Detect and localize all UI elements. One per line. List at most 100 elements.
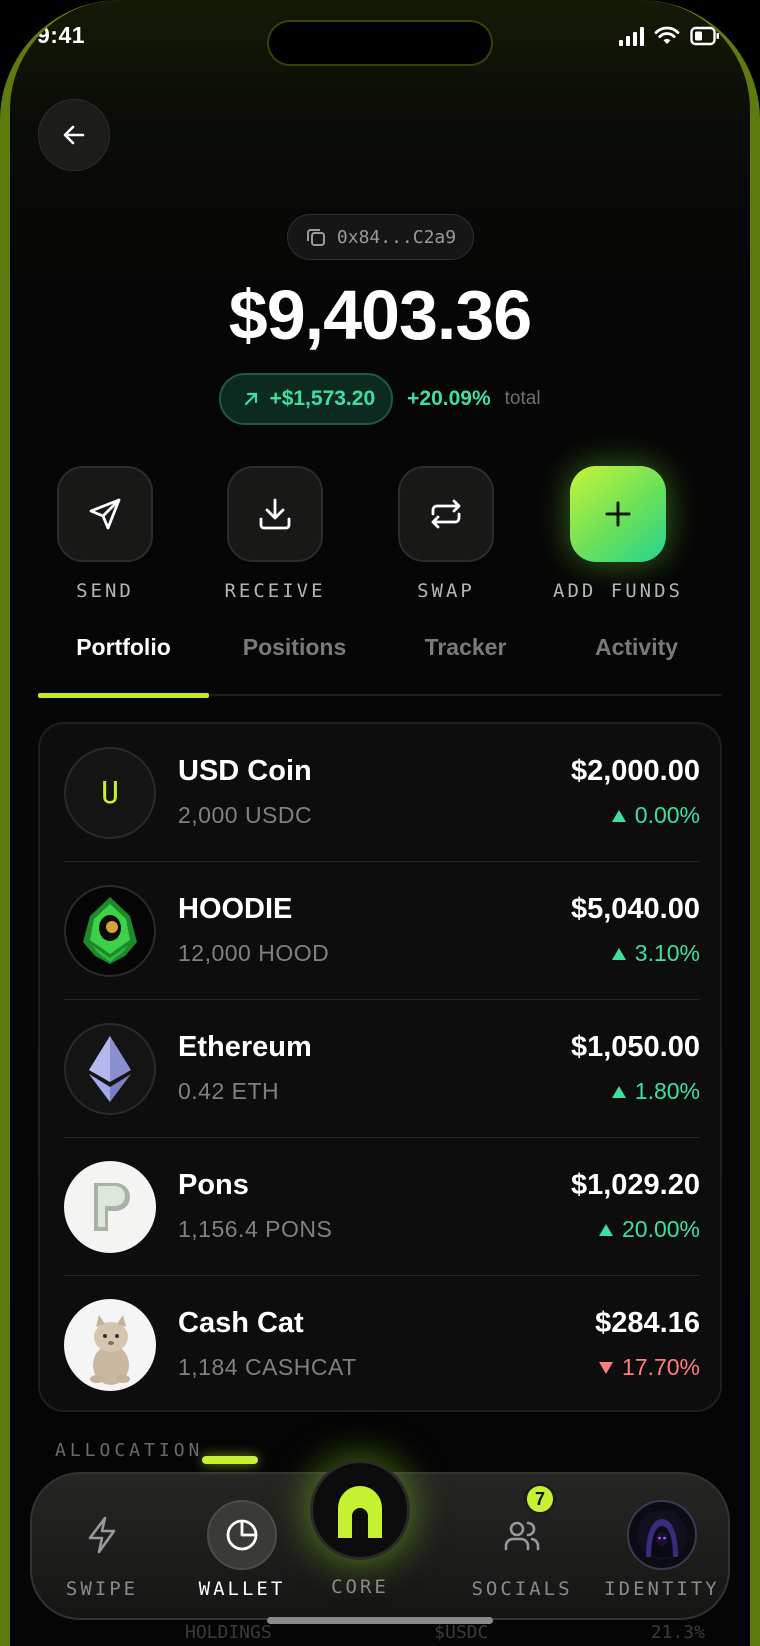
users-icon — [504, 1521, 540, 1551]
nav-icon-container — [207, 1500, 277, 1570]
add-funds-label: ADD FUNDS — [553, 580, 683, 602]
tab-positions[interactable]: Positions — [209, 634, 380, 661]
token-name: Pons — [178, 1169, 249, 1201]
holdings-ghost-label: HOLDINGS — [185, 1622, 272, 1643]
token-change-value: 3.10% — [634, 940, 700, 966]
swap-label: SWAP — [417, 580, 475, 602]
token-amount: 1,184 CASHCAT — [178, 1354, 357, 1380]
nav-item-identity[interactable]: IDENTITY — [592, 1474, 732, 1622]
core-arch-icon — [338, 1486, 382, 1538]
active-tab-indicator — [38, 693, 209, 698]
wifi-icon — [654, 26, 680, 44]
arrow-up-right-icon — [245, 392, 258, 406]
holdings-list: U USD Coin 2,000 USDC $2,000.00 0.00% HO… — [38, 722, 722, 1412]
send-action[interactable]: SEND — [15, 466, 195, 602]
balance-change-row: +$1,573.20 +20.09% total — [10, 373, 750, 425]
copy-icon — [306, 229, 325, 246]
tab-activity[interactable]: Activity — [551, 634, 722, 661]
status-icons — [619, 26, 720, 46]
swap-button[interactable] — [398, 466, 494, 562]
token-value: $1,050.00 — [570, 1031, 700, 1063]
list-item[interactable]: HOODIE 12,000 HOOD $5,040.00 3.10% — [40, 862, 724, 1000]
core-label: CORE — [331, 1576, 389, 1598]
plus-icon — [605, 501, 631, 527]
swap-action[interactable]: SWAP — [356, 466, 536, 602]
add-funds-button[interactable] — [570, 466, 666, 562]
token-change-value: 0.00% — [634, 802, 700, 828]
change-suffix: total — [504, 388, 541, 409]
send-button[interactable] — [57, 466, 153, 562]
holdings-ghost-token: $USDC — [434, 1622, 489, 1643]
token-change: 1.80% — [611, 1078, 700, 1105]
nav-item-socials[interactable]: SOCIALS — [452, 1474, 592, 1622]
list-item[interactable]: U USD Coin 2,000 USDC $2,000.00 0.00% — [40, 724, 724, 862]
token-change: 17.70% — [598, 1354, 700, 1381]
token-name: USD Coin — [178, 755, 312, 787]
send-label: SEND — [76, 580, 134, 602]
swap-icon — [431, 499, 461, 529]
change-amount: +$1,573.20 — [269, 387, 376, 410]
core-button[interactable] — [310, 1460, 410, 1560]
receive-button[interactable] — [227, 466, 323, 562]
token-change: 20.00% — [598, 1216, 700, 1243]
battery-icon — [690, 26, 719, 46]
notification-badge: 7 — [524, 1483, 556, 1515]
avatar-letter: U — [100, 775, 120, 811]
token-name: Cash Cat — [178, 1307, 304, 1339]
tab-tracker[interactable]: Tracker — [380, 634, 551, 661]
change-amount-pill: +$1,573.20 — [219, 373, 394, 425]
token-change: 0.00% — [611, 802, 700, 829]
token-value: $5,040.00 — [570, 893, 700, 925]
nav-item-wallet[interactable]: WALLET — [172, 1474, 312, 1622]
usdc-avatar: U — [64, 747, 156, 839]
nav-label: SOCIALS — [471, 1578, 573, 1600]
holdings-ghost-pct: 21.3% — [650, 1622, 705, 1643]
holdings-preview-row: HOLDINGS $USDC 21.3% — [185, 1622, 705, 1643]
token-change: 3.10% — [611, 940, 700, 967]
pons-logo-icon — [94, 1183, 130, 1231]
token-change-value: 20.00% — [621, 1216, 700, 1242]
ethereum-logo-icon — [89, 1036, 131, 1102]
list-item[interactable]: Pons 1,156.4 PONS $1,029.20 20.00% — [40, 1138, 724, 1276]
token-change-value: 17.70% — [621, 1354, 700, 1380]
receive-action[interactable]: RECEIVE — [185, 466, 365, 602]
nav-item-swipe[interactable]: SWIPE — [32, 1474, 172, 1622]
token-change-value: 1.80% — [634, 1078, 700, 1104]
wallet-address-copy[interactable]: 0x84...C2a9 — [287, 214, 474, 260]
dynamic-island — [269, 22, 491, 64]
token-amount: 2,000 USDC — [178, 802, 313, 828]
hoodie-logo-icon — [83, 897, 137, 964]
triangle-up-icon — [611, 809, 626, 822]
add-funds-action[interactable]: ADD FUNDS — [528, 466, 708, 602]
ethereum-avatar — [64, 1023, 156, 1115]
token-value: $284.16 — [595, 1307, 700, 1339]
phone-screen: 9:41 0x84...C2a9 $9,403.36 +$1,573.20 +2… — [0, 0, 760, 1646]
triangle-up-icon — [598, 1223, 613, 1236]
triangle-up-icon — [611, 947, 626, 960]
nav-active-indicator — [202, 1456, 258, 1464]
home-indicator — [267, 1617, 493, 1624]
arrow-left-icon — [63, 125, 85, 145]
pie-chart-icon — [226, 1519, 258, 1551]
list-item[interactable]: Cash Cat 1,184 CASHCAT $284.16 17.70% — [40, 1276, 724, 1414]
triangle-down-icon — [598, 1361, 613, 1374]
wallet-address: 0x84...C2a9 — [336, 226, 457, 248]
cellular-signal-icon — [619, 26, 644, 46]
hoodie-avatar — [64, 885, 156, 977]
download-icon — [259, 498, 291, 530]
allocation-section-title: ALLOCATION — [55, 1440, 204, 1461]
nav-icon-container — [627, 1500, 697, 1570]
nav-icon-container — [67, 1500, 137, 1570]
list-item[interactable]: Ethereum 0.42 ETH $1,050.00 1.80% — [40, 1000, 724, 1138]
tab-portfolio[interactable]: Portfolio — [38, 634, 209, 661]
token-name: HOODIE — [178, 893, 293, 925]
triangle-up-icon — [611, 1085, 626, 1098]
back-button[interactable] — [38, 99, 110, 171]
cash-cat-avatar — [64, 1299, 156, 1391]
quick-actions: SEND RECEIVE SWAP ADD FUNDS — [10, 466, 750, 606]
lightning-icon — [88, 1516, 116, 1554]
nav-label: SWIPE — [65, 1578, 139, 1600]
receive-label: RECEIVE — [224, 580, 326, 602]
send-icon — [89, 498, 121, 530]
token-name: Ethereum — [178, 1031, 312, 1063]
